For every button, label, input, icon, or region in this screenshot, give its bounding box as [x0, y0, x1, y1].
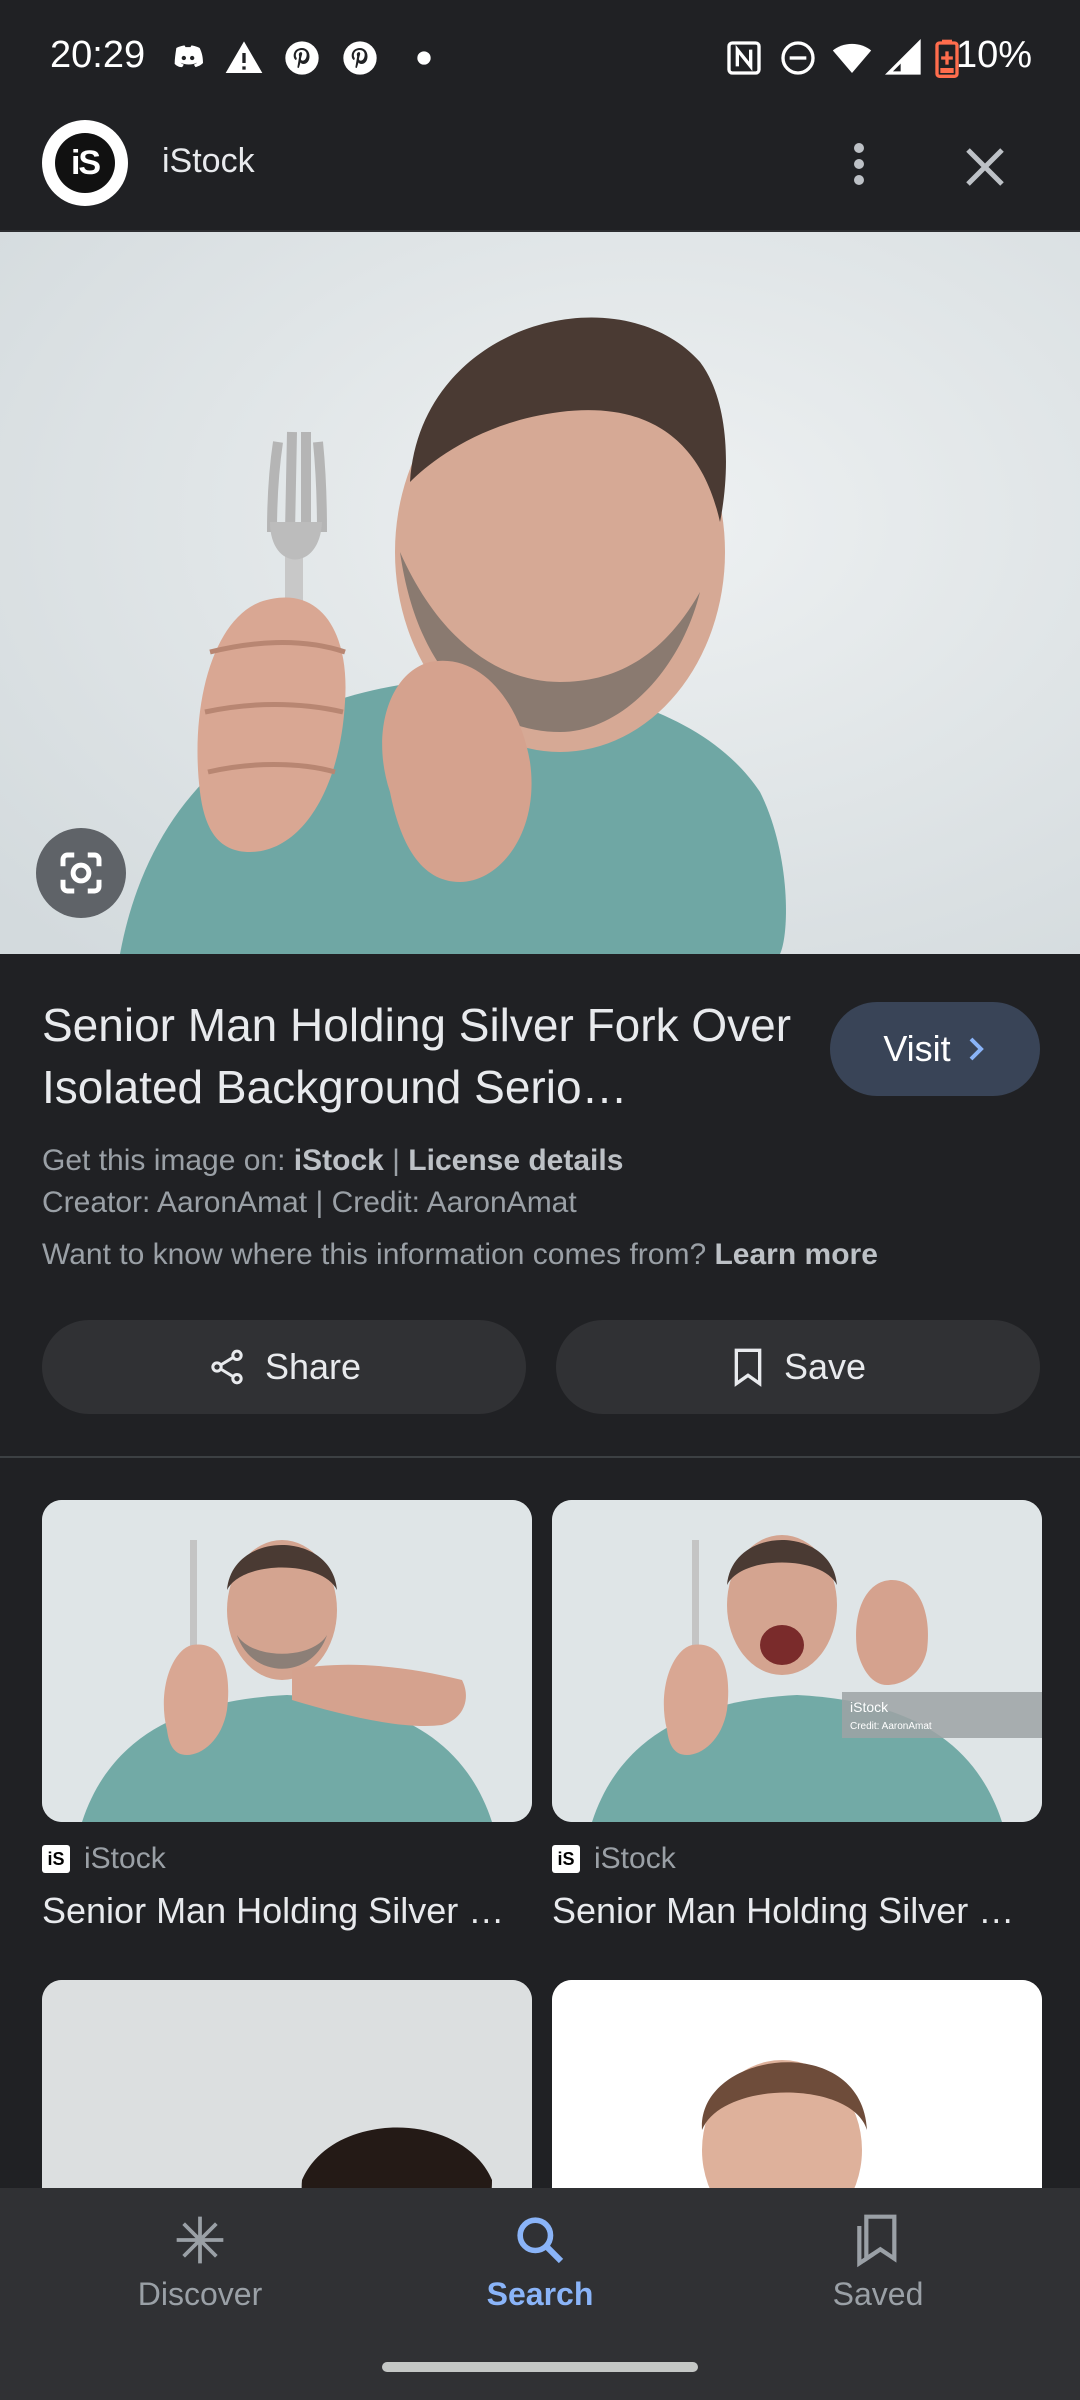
discord-notification-icon — [174, 45, 203, 68]
result-title[interactable]: Senior Man Holding Silver Fork Over Isol… — [42, 994, 802, 1118]
related-image-2[interactable]: iStock Credit: AaronAmat — [552, 1500, 1042, 1822]
source-header: iS iStock — [0, 100, 1080, 232]
chevron-right-icon — [969, 1037, 984, 1061]
pinterest-icon — [343, 41, 377, 75]
info-source-line: Want to know where this information come… — [42, 1238, 878, 1272]
google-lens-icon — [60, 852, 102, 894]
home-gesture-bar[interactable] — [382, 2362, 698, 2372]
source-logo[interactable]: iS — [42, 120, 128, 206]
bookmark-icon — [734, 1348, 762, 1387]
status-bar: 20:29 10% — [0, 0, 1080, 112]
saved-collections-icon — [857, 2214, 897, 2268]
related-source-name: iStock — [84, 1842, 166, 1875]
separator: | — [383, 1144, 409, 1177]
result-image[interactable] — [0, 232, 1080, 954]
related-source-name: iStock — [594, 1842, 676, 1875]
watermark-credit: Credit: AaronAmat — [850, 1721, 932, 1732]
man-holding-fork-image — [0, 232, 1080, 954]
related-image-1[interactable] — [42, 1500, 532, 1822]
related-source-2: iS iStock — [552, 1842, 676, 1876]
nav-search-label: Search — [486, 2276, 594, 2312]
lens-search-button[interactable] — [36, 828, 126, 918]
save-button[interactable]: Save — [556, 1320, 1040, 1414]
save-label: Save — [783, 1346, 867, 1387]
share-label: Share — [264, 1346, 362, 1387]
related-thumbnail — [42, 1500, 532, 1822]
nav-discover[interactable]: Discover — [80, 2212, 320, 2313]
status-time: 20:29 — [50, 34, 146, 76]
source-link[interactable]: iStock — [294, 1144, 384, 1177]
more-notifications-dot-icon — [417, 51, 431, 65]
visit-label: Visit — [883, 1028, 951, 1069]
nav-saved-label: Saved — [832, 2276, 924, 2312]
nav-search[interactable]: Search — [420, 2212, 660, 2313]
warning-icon — [225, 41, 263, 73]
share-icon — [211, 1349, 243, 1385]
source-title[interactable]: iStock — [162, 142, 255, 181]
nav-discover-label: Discover — [137, 2276, 263, 2312]
related-source-1: iS iStock — [42, 1842, 166, 1876]
nfc-icon — [727, 41, 761, 75]
pinterest-icon — [285, 41, 319, 75]
license-line: Get this image on: iStock | License deta… — [42, 1144, 623, 1178]
nav-saved[interactable]: Saved — [758, 2212, 998, 2313]
visit-button[interactable]: Visit — [830, 1002, 1040, 1096]
related-title-2[interactable]: Senior Man Holding Silver … — [552, 1890, 1042, 1932]
learn-more-link[interactable]: Learn more — [714, 1238, 877, 1271]
license-details-link[interactable]: License details — [408, 1144, 623, 1177]
cell-signal-icon — [884, 38, 921, 75]
source-logo-text: iS — [55, 133, 115, 193]
info-question: Want to know where this information come… — [42, 1238, 715, 1271]
section-divider — [0, 1456, 1080, 1458]
get-image-prefix: Get this image on: — [42, 1144, 294, 1177]
share-button[interactable]: Share — [42, 1320, 526, 1414]
battery-percentage: 10% — [955, 34, 1032, 76]
close-icon[interactable] — [960, 142, 1010, 192]
istock-logo-icon: iS — [552, 1845, 580, 1873]
watermark-brand: iStock — [850, 1699, 889, 1715]
related-thumbnail: iStock Credit: AaronAmat — [552, 1500, 1042, 1822]
do-not-disturb-icon — [781, 41, 815, 75]
istock-logo-icon: iS — [42, 1845, 70, 1873]
asterisk-discover-icon — [176, 2216, 224, 2264]
related-title-1[interactable]: Senior Man Holding Silver … — [42, 1890, 532, 1932]
more-options-icon[interactable] — [838, 140, 880, 188]
creator-credit-line: Creator: AaronAmat | Credit: AaronAmat — [42, 1186, 577, 1219]
wifi-icon — [832, 43, 872, 73]
search-icon — [517, 2217, 564, 2264]
